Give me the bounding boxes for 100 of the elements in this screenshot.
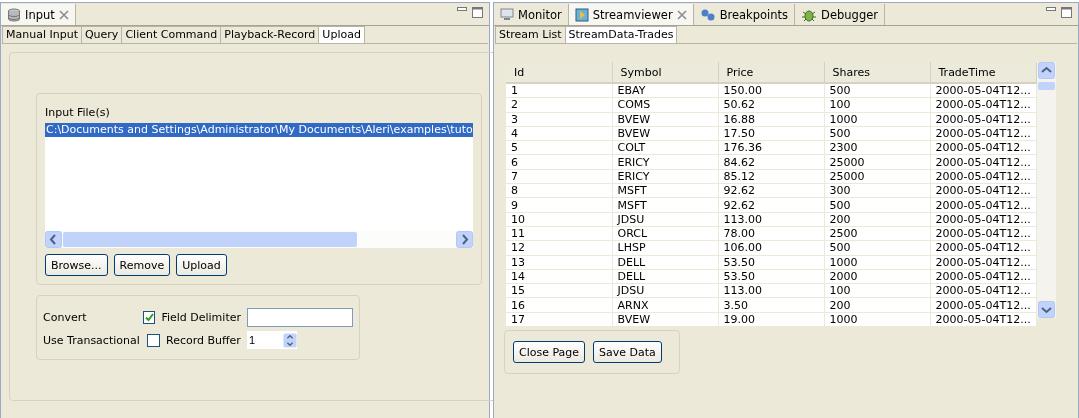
table-cell: 2300: [824, 140, 930, 155]
view-tab[interactable]: Streamviewer: [568, 4, 694, 25]
delimiter-field[interactable]: [247, 308, 353, 327]
table-cell: EBAY: [612, 83, 718, 98]
table-cell: DELL: [612, 269, 718, 284]
table-cell: 500: [824, 83, 930, 98]
minimize-icon[interactable]: [1046, 7, 1056, 13]
table-cell: 2: [506, 97, 612, 113]
table-cell: 2000-05-04T12...: [930, 183, 1036, 198]
table-cell: 113.00: [718, 283, 824, 298]
table-cell: 2000-05-04T12...: [930, 240, 1036, 256]
table-cell: 200: [824, 212, 930, 227]
scrollbar-thumb[interactable]: [1037, 82, 1055, 90]
checkbox[interactable]: [147, 333, 160, 347]
table-cell: 14: [506, 269, 612, 284]
close-icon[interactable]: [58, 9, 69, 20]
table-cell: 53.50: [718, 269, 824, 284]
table-cell: 113.00: [718, 212, 824, 227]
table-cell: 1: [506, 83, 612, 98]
column-header[interactable]: TradeTime: [930, 62, 1036, 83]
table-cell: 2000-05-04T12...: [930, 297, 1036, 313]
bug-icon: [801, 7, 818, 22]
table-cell: 25000: [824, 169, 930, 184]
option-label: Convert: [43, 311, 88, 324]
table-cell: 150.00: [718, 83, 824, 98]
table-cell: 176.36: [718, 140, 824, 155]
close-icon[interactable]: [676, 9, 687, 20]
table-cell: 2000-05-04T12...: [930, 155, 1036, 170]
dots-icon: [699, 7, 716, 22]
page-button[interactable]: Close Page: [513, 341, 586, 363]
table-cell: BVEW: [612, 126, 718, 141]
table-cell: MSFT: [612, 197, 718, 213]
table-cell: 53.50: [718, 255, 824, 270]
file-button[interactable]: Upload: [176, 254, 227, 276]
column-header[interactable]: Id: [506, 62, 612, 83]
table-cell: 2000-05-04T12...: [930, 212, 1036, 227]
table-cell: 4: [506, 126, 612, 141]
maximize-icon[interactable]: [1061, 7, 1072, 18]
field-label: Record Buffer: [166, 333, 241, 347]
table-cell: 2000-05-04T12...: [930, 97, 1036, 113]
column-header[interactable]: Price: [718, 62, 824, 83]
minimize-icon[interactable]: [457, 7, 467, 13]
table-cell: 100: [824, 283, 930, 298]
table-cell: 3: [506, 112, 612, 127]
table-cell: 2000-05-04T12...: [930, 169, 1036, 184]
table-cell: 19.00: [718, 312, 824, 327]
table-cell: 17.50: [718, 126, 824, 141]
table-cell: BVEW: [612, 112, 718, 127]
table-cell: 2000-05-04T12...: [930, 255, 1036, 270]
table-cell: 3.50: [718, 297, 824, 313]
tab[interactable]: Stream List: [495, 26, 566, 43]
view-tab[interactable]: Input: [1, 4, 76, 25]
table-cell: 8: [506, 183, 612, 198]
table-cell: COMS: [612, 97, 718, 113]
table-cell: 2000-05-04T12...: [930, 226, 1036, 241]
table-cell: 9: [506, 197, 612, 213]
table-cell: 100: [824, 97, 930, 113]
table-cell: 2000-05-04T12...: [930, 197, 1036, 213]
scroll-left-icon[interactable]: [45, 231, 62, 248]
file-button[interactable]: Browse...: [45, 254, 108, 276]
scrollbar-thumb[interactable]: [63, 232, 357, 247]
scroll-down-icon[interactable]: [1037, 301, 1055, 318]
scroll-up-icon[interactable]: [1037, 62, 1055, 79]
database-icon: [7, 7, 21, 22]
table-cell: ERICY: [612, 169, 718, 184]
table-cell: COLT: [612, 140, 718, 155]
tab[interactable]: Manual Input: [2, 26, 82, 43]
file-path[interactable]: C:\Documents and Settings\Administrator\My Documents\Aleri\examples\tuto: [45, 123, 473, 137]
spinner-arrows-icon[interactable]: [282, 331, 297, 349]
file-button[interactable]: Remove: [113, 254, 171, 276]
table-cell: ARNX: [612, 297, 718, 313]
table-cell: 2000: [824, 269, 930, 284]
column-header[interactable]: Shares: [824, 62, 930, 83]
tab[interactable]: Playback-Record: [220, 26, 320, 43]
table-cell: LHSP: [612, 240, 718, 256]
tab[interactable]: Upload: [318, 26, 365, 43]
table-cell: 5: [506, 140, 612, 155]
page-button[interactable]: Save Data: [593, 341, 662, 363]
option-label: Use Transactional: [43, 333, 141, 347]
maximize-icon[interactable]: [472, 7, 483, 18]
table-cell: 7: [506, 169, 612, 184]
monitor-icon: [500, 8, 514, 21]
table-cell: 78.00: [718, 226, 824, 241]
viewer-icon: [574, 7, 589, 22]
table-cell: 106.00: [718, 240, 824, 256]
table-cell: 2000-05-04T12...: [930, 312, 1036, 327]
tab[interactable]: Query: [80, 26, 123, 43]
table-cell: 50.62: [718, 97, 824, 113]
table-cell: 300: [824, 183, 930, 198]
table-cell: 1000: [824, 255, 930, 270]
table-cell: JDSU: [612, 212, 718, 227]
table-cell: 1000: [824, 112, 930, 127]
spinner-box[interactable]: 1: [246, 331, 297, 349]
table-cell: 15: [506, 283, 612, 298]
scroll-right-icon[interactable]: [455, 231, 473, 248]
checkbox[interactable]: [142, 311, 156, 324]
tab[interactable]: StreamData-Trades: [564, 26, 678, 43]
column-header[interactable]: Symbol: [612, 62, 718, 83]
table-cell: 25000: [824, 155, 930, 170]
table-cell: 200: [824, 297, 930, 313]
